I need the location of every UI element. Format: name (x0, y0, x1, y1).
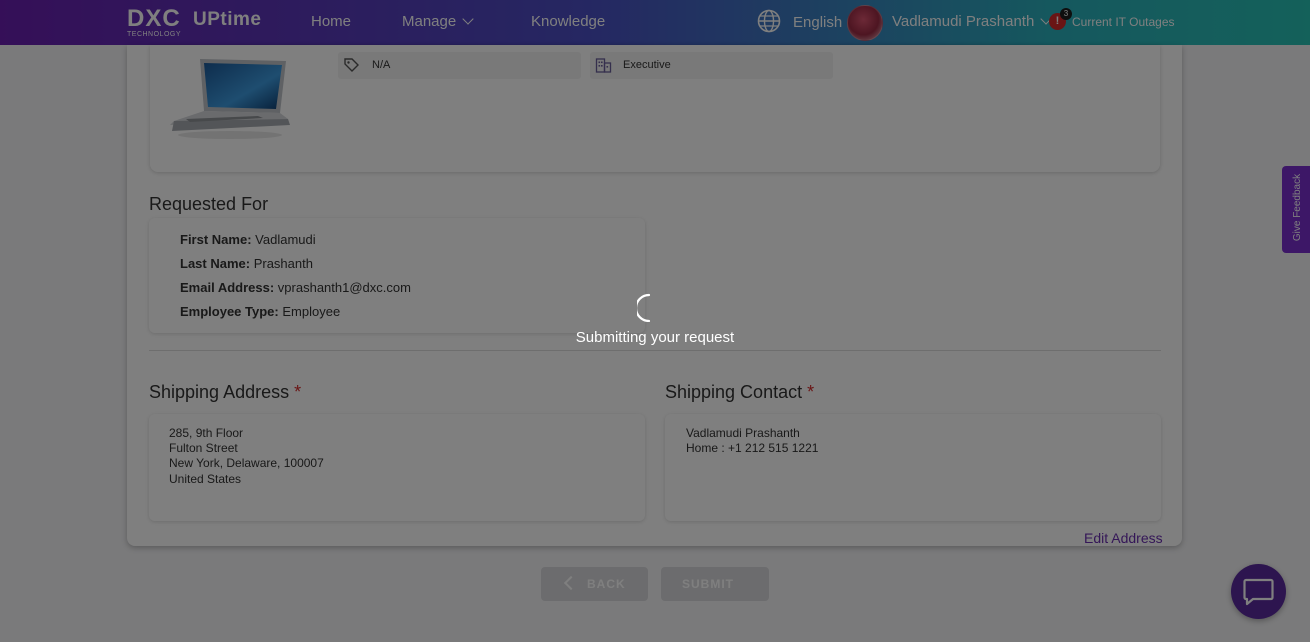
spinner-icon (637, 293, 651, 322)
loading-overlay: Submitting your request (0, 0, 1310, 642)
loading-message: Submitting your request (575, 329, 735, 346)
